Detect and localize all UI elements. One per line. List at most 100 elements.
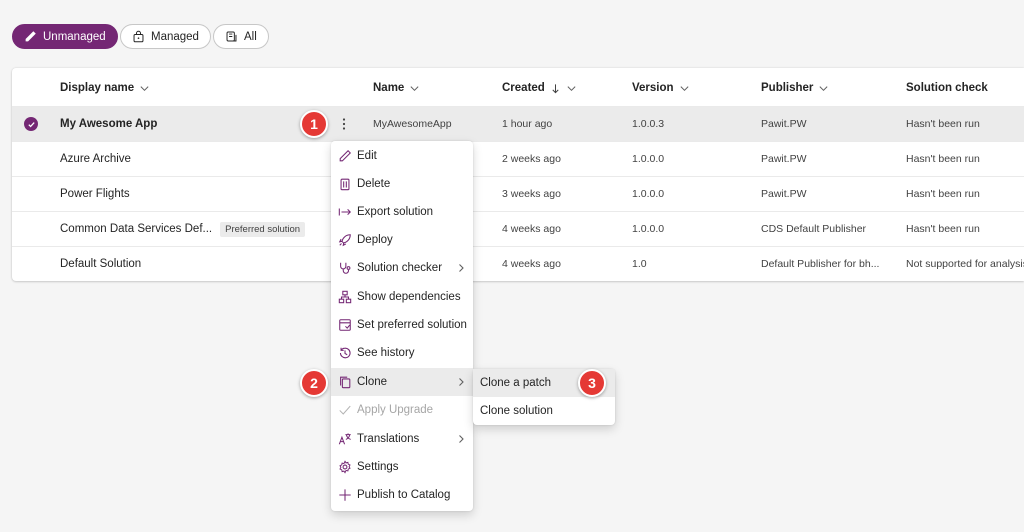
trash-icon [338,177,352,191]
cell-created: 4 weeks ago [502,223,561,235]
menu-item-label: See history [357,347,415,359]
hierarchy-icon [338,290,352,304]
cell-publisher: Pawit.PW [761,118,807,130]
step-badge-3: 3 [578,369,606,397]
menu-item-label: Apply Upgrade [357,404,434,416]
menu-item-set-preferred-solution[interactable]: Set preferred solution [331,311,473,339]
table-row[interactable]: Common Data Services Def... Preferred so… [12,211,1024,246]
column-header-label: Solution check [906,82,988,94]
cell-created: 3 weeks ago [502,188,561,200]
sort-descending-icon [552,83,559,93]
pencil-icon [338,149,352,163]
pencil-icon [25,31,36,42]
cell-version: 1.0.0.0 [632,153,665,165]
cell-solution-check: Hasn't been run [906,153,980,165]
cell-version: 1.0.0.0 [632,188,665,200]
chevron-down-icon [819,85,828,91]
menu-item-edit[interactable]: Edit [331,142,473,170]
menu-item-label: Solution checker [357,262,443,274]
menu-item-solution-checker[interactable]: Solution checker [331,254,473,282]
filter-all-label: All [244,30,257,43]
column-header-label: Created [502,82,545,94]
chevron-down-icon [410,85,419,91]
menu-item-label: Export solution [357,206,434,218]
table-row[interactable]: Azure Archive 2 weeks ago 1.0.0.0 Pawit.… [12,141,1024,176]
more-options-icon[interactable] [333,113,355,135]
gear-icon [338,460,352,474]
stethoscope-icon [338,261,352,275]
menu-item-label: Edit [357,150,377,162]
menu-item-label: Delete [357,178,391,190]
menu-item-delete[interactable]: Delete [331,170,473,198]
chevron-down-icon [567,85,576,91]
menu-item-clone[interactable]: Clone [331,368,473,396]
row-context-menu: Edit Delete Export solution Deploy Solut… [331,141,473,511]
cell-solution-check: Hasn't been run [906,223,980,235]
column-header-display-name[interactable]: Display name [60,82,150,94]
cell-created: 1 hour ago [502,118,553,130]
column-header-name[interactable]: Name [373,82,420,94]
submenu-item-clone-solution[interactable]: Clone solution [473,397,615,425]
column-header-solution-check[interactable]: Solution check [906,82,988,94]
cell-publisher: Default Publisher for bh... [761,258,880,270]
menu-item-label: Translations [357,433,420,445]
menu-item-settings[interactable]: Settings [331,453,473,481]
column-header-label: Version [632,82,674,94]
filter-managed-button[interactable]: Managed [120,24,211,49]
menu-item-publish-to-catalog[interactable]: Publish to Catalog [331,481,473,509]
chevron-right-icon [459,378,464,386]
preferred-icon [338,318,352,332]
cell-solution-check: Hasn't been run [906,118,980,130]
row-selected-checkmark-icon[interactable] [24,117,38,131]
menu-item-apply-upgrade[interactable]: Apply Upgrade [331,396,473,424]
menu-item-deploy[interactable]: Deploy [331,226,473,254]
chevron-down-icon [140,85,149,91]
menu-item-label: Deploy [357,234,393,246]
menu-item-label: Set preferred solution [357,319,467,331]
table-row[interactable]: Power Flights 3 weeks ago 1.0.0.0 Pawit.… [12,176,1024,211]
menu-item-label: Publish to Catalog [357,489,451,501]
solutions-page: Unmanaged Managed All Display name Name … [0,0,1024,532]
menu-item-translations[interactable]: Translations [331,425,473,453]
cell-display-name[interactable]: My Awesome App [60,107,157,141]
filter-managed-label: Managed [151,30,199,43]
menu-item-see-history[interactable]: See history [331,339,473,367]
cell-solution-check: Not supported for analysis [906,258,1024,270]
menu-item-show-dependencies[interactable]: Show dependencies [331,283,473,311]
cell-name: MyAwesomeApp [373,118,452,130]
stack-icon [226,31,237,42]
table-row[interactable]: My Awesome App MyAwesomeApp 1 hour ago 1… [12,106,1024,141]
column-header-label: Display name [60,82,135,94]
solutions-table: Display name Name Created Version Publis… [12,68,1024,281]
column-header-created[interactable]: Created [502,82,577,94]
step-badge-2: 2 [300,369,328,397]
cell-publisher: CDS Default Publisher [761,223,867,235]
cell-publisher: Pawit.PW [761,153,807,165]
cell-display-name[interactable]: Power Flights [60,177,130,211]
cell-display-name[interactable]: Default Solution [60,247,141,281]
column-header-version[interactable]: Version [632,82,690,94]
lock-bag-icon [133,30,144,43]
chevron-down-icon [680,85,689,91]
column-header-publisher[interactable]: Publisher [761,82,829,94]
cell-version: 1.0.0.3 [632,118,665,130]
chevron-right-icon [459,435,464,443]
cell-version: 1.0 [632,258,647,270]
table-row[interactable]: Default Solution 4 weeks ago 1.0 Default… [12,246,1024,281]
filter-all-button[interactable]: All [213,24,269,49]
cell-display-name[interactable]: Common Data Services Def... Preferred so… [60,212,306,246]
cell-display-name[interactable]: Azure Archive [60,142,131,176]
cell-version: 1.0.0.0 [632,223,665,235]
filter-unmanaged-button[interactable]: Unmanaged [12,24,118,49]
rocket-icon [338,233,352,247]
history-icon [338,346,352,360]
menu-item-label: Settings [357,461,399,473]
cell-publisher: Pawit.PW [761,188,807,200]
preferred-solution-badge: Preferred solution [220,221,306,237]
column-header-label: Name [373,82,405,94]
menu-item-label: Clone [357,376,388,388]
checkmark-icon [338,403,352,417]
menu-item-export-solution[interactable]: Export solution [331,198,473,226]
copy-icon [338,375,352,389]
table-header: Display name Name Created Version Publis… [12,68,1024,106]
